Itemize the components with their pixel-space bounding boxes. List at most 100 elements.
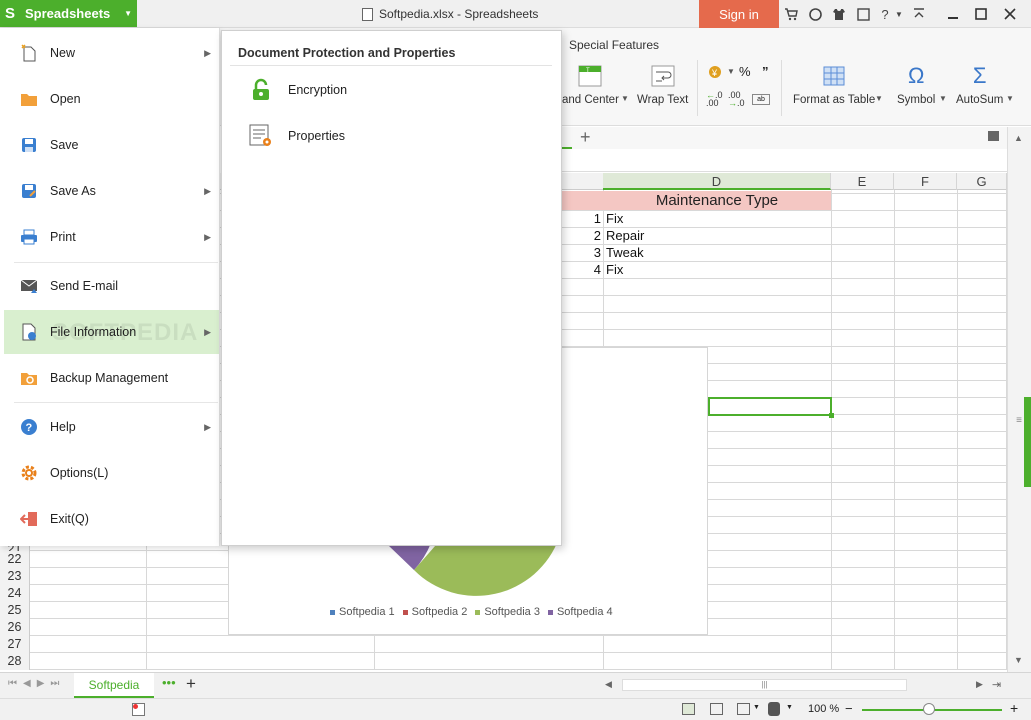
maximize-button[interactable]	[970, 4, 992, 24]
fill-handle[interactable]	[829, 413, 834, 418]
tab-special-features[interactable]: Special Features	[569, 38, 659, 52]
menu-item-file-information[interactable]: File Information ▶ SOFTPEDIA	[4, 310, 219, 354]
row-number[interactable]: 23	[0, 568, 30, 585]
skin-icon[interactable]	[806, 5, 824, 23]
close-button[interactable]	[999, 4, 1021, 24]
scroll-up-arrow[interactable]: ▲	[1014, 133, 1023, 143]
cell-type[interactable]: Tweak	[606, 245, 644, 261]
increase-decimal-button[interactable]: ←.0.00	[706, 91, 723, 108]
collapse-ribbon-icon[interactable]	[910, 5, 928, 23]
email-icon	[19, 276, 39, 296]
scroll-down-arrow[interactable]: ▼	[1014, 655, 1023, 665]
sheet-nav-arrows[interactable]: ⏮◀▶⏭	[8, 678, 65, 689]
menu-item-new[interactable]: New ▶	[4, 31, 219, 75]
sheet-tab-softpedia[interactable]: Softpedia	[74, 673, 154, 698]
menu-item-save-as[interactable]: Save As ▶	[4, 169, 219, 213]
cell-type[interactable]: Fix	[606, 262, 623, 278]
menu-item-send-email[interactable]: Send E-mail	[4, 264, 219, 308]
app-menu-button[interactable]: S Spreadsheets ▼	[0, 0, 137, 27]
autosum-label: AutoSum	[956, 94, 1004, 106]
row-number[interactable]: 27	[0, 636, 30, 653]
row-number[interactable]: 26	[0, 619, 30, 636]
row-number[interactable]: 24	[0, 585, 30, 602]
merge-center-button[interactable]: T and Center	[562, 64, 619, 106]
zoom-level[interactable]: 100 %	[808, 703, 839, 715]
menu-item-print[interactable]: Print ▶	[4, 215, 219, 259]
row-number[interactable]: 25	[0, 602, 30, 619]
cell-number[interactable]: 2	[560, 228, 601, 244]
normal-view-icon[interactable]	[682, 703, 695, 715]
cart-icon[interactable]	[782, 5, 800, 23]
macro-icon[interactable]	[132, 703, 145, 716]
menu-item-label: Save	[50, 138, 79, 152]
add-sheet-button[interactable]: +	[186, 674, 196, 694]
submenu-item-label: Properties	[288, 129, 345, 143]
layout-dropdown-icon[interactable]: ▼	[753, 704, 760, 711]
column-header-d[interactable]: D	[603, 173, 831, 190]
legend-item: Softpedia 2	[402, 606, 467, 618]
format-cells-icon[interactable]: ab	[752, 94, 770, 105]
percent-button[interactable]: %	[739, 64, 751, 79]
column-header-g[interactable]: G	[957, 173, 1007, 190]
zoom-in-button[interactable]: +	[1010, 700, 1018, 716]
document-title-text: Softpedia.xlsx - Spreadsheets	[379, 7, 539, 21]
wrap-text-button[interactable]: Wrap Text	[637, 64, 688, 106]
minimize-button[interactable]	[942, 4, 964, 24]
format-as-table-button[interactable]: Format as Table	[793, 64, 875, 106]
submenu-item-encryption[interactable]: Encryption	[248, 77, 347, 103]
autosum-button[interactable]: Σ AutoSum	[956, 63, 1004, 106]
autosum-dropdown-icon[interactable]: ▼	[1006, 94, 1014, 103]
cell-number[interactable]: 3	[560, 245, 601, 261]
currency-icon[interactable]: ¥	[707, 64, 723, 80]
merge-dropdown-icon[interactable]: ▼	[621, 94, 629, 103]
menu-item-help[interactable]: ? Help ▶	[4, 405, 219, 449]
reading-dropdown-icon[interactable]: ▼	[786, 704, 793, 711]
format-table-dropdown-icon[interactable]: ▼	[875, 94, 883, 103]
svg-text:T: T	[586, 68, 590, 74]
header-cell-d[interactable]: Maintenance Type	[603, 191, 831, 210]
sign-in-button[interactable]: Sign in	[699, 0, 779, 28]
cell-number[interactable]: 1	[560, 211, 601, 227]
row-number[interactable]: 22	[0, 551, 30, 568]
grid-col-line	[831, 190, 832, 670]
comma-button[interactable]: ”	[762, 64, 769, 79]
scroll-right-arrow[interactable]: ▶	[976, 679, 983, 690]
menu-item-label: New	[50, 46, 76, 60]
row-number[interactable]: 28	[0, 653, 30, 670]
app-center-icon[interactable]	[854, 5, 872, 23]
help-dropdown-icon[interactable]: ▼	[890, 5, 908, 23]
decrease-decimal-button[interactable]: .00 →.0	[728, 91, 745, 108]
symbol-dropdown-icon[interactable]: ▼	[939, 94, 947, 103]
vertical-scrollbar[interactable]: ▲ ≡ ▼	[1007, 127, 1031, 672]
new-tab-button[interactable]: +	[580, 127, 591, 148]
cell-number[interactable]: 4	[560, 262, 601, 278]
horizontal-scroll-thumb[interactable]: |||	[622, 679, 907, 691]
menu-item-open[interactable]: Open	[4, 77, 219, 121]
column-header-f[interactable]: F	[894, 173, 957, 190]
shirt-icon[interactable]	[830, 5, 848, 23]
cell-type[interactable]: Fix	[606, 211, 623, 227]
menu-item-options[interactable]: Options(L)	[4, 451, 219, 495]
submenu-item-properties[interactable]: Properties	[248, 123, 345, 149]
reading-mode-icon[interactable]	[768, 702, 780, 716]
formula-bar[interactable]	[560, 150, 1031, 172]
legend-label: Softpedia 4	[556, 606, 613, 618]
menu-item-backup-management[interactable]: Backup Management	[4, 356, 219, 400]
page-layout-icon[interactable]	[737, 703, 750, 715]
cell-type[interactable]: Repair	[606, 228, 644, 244]
menu-item-save[interactable]: Save	[4, 123, 219, 167]
currency-dropdown-icon[interactable]: ▼	[727, 67, 735, 76]
zoom-out-button[interactable]: −	[845, 701, 853, 716]
restore-icon[interactable]	[988, 131, 999, 141]
selected-cell[interactable]	[708, 397, 832, 416]
header-cell-c[interactable]	[560, 191, 603, 210]
symbol-button[interactable]: Ω Symbol	[897, 63, 935, 106]
page-break-view-icon[interactable]	[710, 703, 723, 715]
side-panel-toggle[interactable]	[1024, 397, 1031, 487]
scroll-end-icon[interactable]: ⇥	[992, 678, 1001, 691]
menu-item-exit[interactable]: Exit(Q)	[4, 497, 219, 541]
more-sheets-icon[interactable]: •••	[162, 675, 176, 690]
column-header-e[interactable]: E	[831, 173, 894, 190]
scroll-left-arrow[interactable]: ◀	[605, 679, 612, 690]
zoom-slider-thumb[interactable]	[923, 703, 935, 715]
